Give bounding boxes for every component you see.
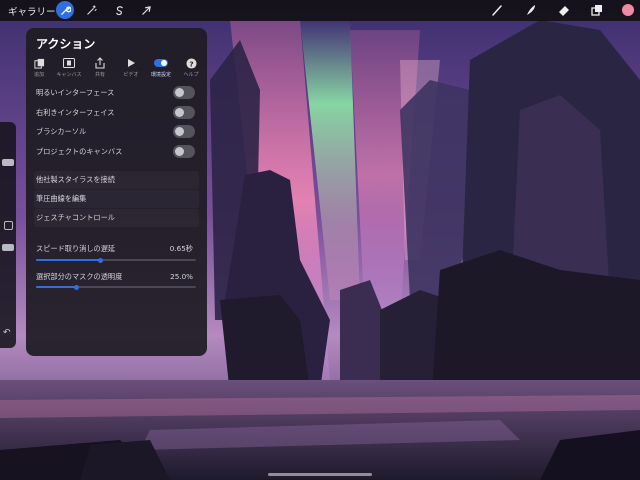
toggle-row-light-interface: 明るいインターフェース [34,84,199,102]
actions-panel: アクション 追加 キャンバス 共有 ビデオ 環境設定 ? ヘルプ 明るいインター… [26,28,207,356]
brush-cursor-toggle[interactable] [173,125,195,138]
brush-size-slider[interactable] [2,159,14,166]
undo-delay-row: スピード取り消しの遅延 0.65秒 [34,240,199,258]
video-icon [118,57,144,69]
gesture-controls-link[interactable]: ジェスチャコントロール [34,209,199,227]
project-canvas-toggle[interactable] [173,145,195,158]
selection-s-icon[interactable] [110,1,128,19]
smudge-icon[interactable] [522,1,540,19]
category-label: ビデオ [123,72,139,78]
mask-opacity-row: 選択部分のマスクの透明度 25.0% [34,268,199,286]
category-label: 共有 [94,72,105,78]
brush-icon[interactable] [488,1,506,19]
modify-square-button[interactable] [4,221,13,230]
category-prefs[interactable]: 環境設定 [148,57,174,78]
connect-stylus-link[interactable]: 他社製スタイラスを接続 [34,171,199,189]
setting-label: ブラシカーソル [36,127,87,136]
top-toolbar: ギャラリー [0,0,640,21]
category-share[interactable]: 共有 [87,57,113,78]
slider-value: 0.65秒 [169,244,193,253]
category-canvas[interactable]: キャンバス [56,57,82,78]
eraser-icon[interactable] [555,1,573,19]
link-label: 他社製スタイラスを接続 [36,175,115,184]
category-add[interactable]: 追加 [26,57,52,78]
setting-label: 明るいインターフェース [36,88,115,97]
toggle-row-brush-cursor: ブラシカーソル [34,123,199,141]
help-icon: ? [178,57,204,69]
category-help[interactable]: ? ヘルプ [178,57,204,78]
category-video[interactable]: ビデオ [118,57,144,78]
prefs-toggle-icon [148,57,174,69]
svg-text:?: ? [189,59,193,68]
link-label: 筆圧曲線を編集 [36,194,87,203]
category-label: 追加 [33,72,44,78]
canvas-icon [56,57,82,69]
gallery-button[interactable]: ギャラリー [8,4,56,18]
edit-pressure-curve-link[interactable]: 筆圧曲線を編集 [34,190,199,208]
setting-label: プロジェクトのキャンバス [36,147,123,156]
share-icon [87,57,113,69]
transform-arrow-icon[interactable] [137,1,155,19]
right-hand-interface-toggle[interactable] [173,106,195,119]
layers-icon[interactable] [588,1,606,19]
undo-delay-slider[interactable] [36,257,196,263]
light-interface-toggle[interactable] [173,86,195,99]
toggle-row-project-canvas: プロジェクトのキャンバス [34,143,199,161]
category-label: ヘルプ [183,72,199,78]
slider-label: スピード取り消しの遅延 [36,244,116,253]
setting-label: 右利きインターフェイス [36,108,115,117]
add-icon [26,57,52,69]
undo-icon[interactable]: ↶ [3,328,11,338]
panel-title: アクション [36,37,96,51]
slider-value: 25.0% [170,272,193,281]
home-indicator [268,473,372,476]
left-sidebar: ↶ [0,122,16,348]
link-label: ジェスチャコントロール [36,213,115,222]
slider-label: 選択部分のマスクの透明度 [36,272,123,281]
category-label: 環境設定 [150,72,171,78]
color-swatch-button[interactable] [619,1,637,19]
opacity-slider[interactable] [2,244,14,251]
category-label: キャンバス [56,72,82,78]
actions-wrench-icon[interactable] [56,1,74,19]
toggle-row-right-hand: 右利きインターフェイス [34,104,199,122]
adjustments-wand-icon[interactable] [82,1,100,19]
mask-opacity-slider[interactable] [36,284,196,290]
